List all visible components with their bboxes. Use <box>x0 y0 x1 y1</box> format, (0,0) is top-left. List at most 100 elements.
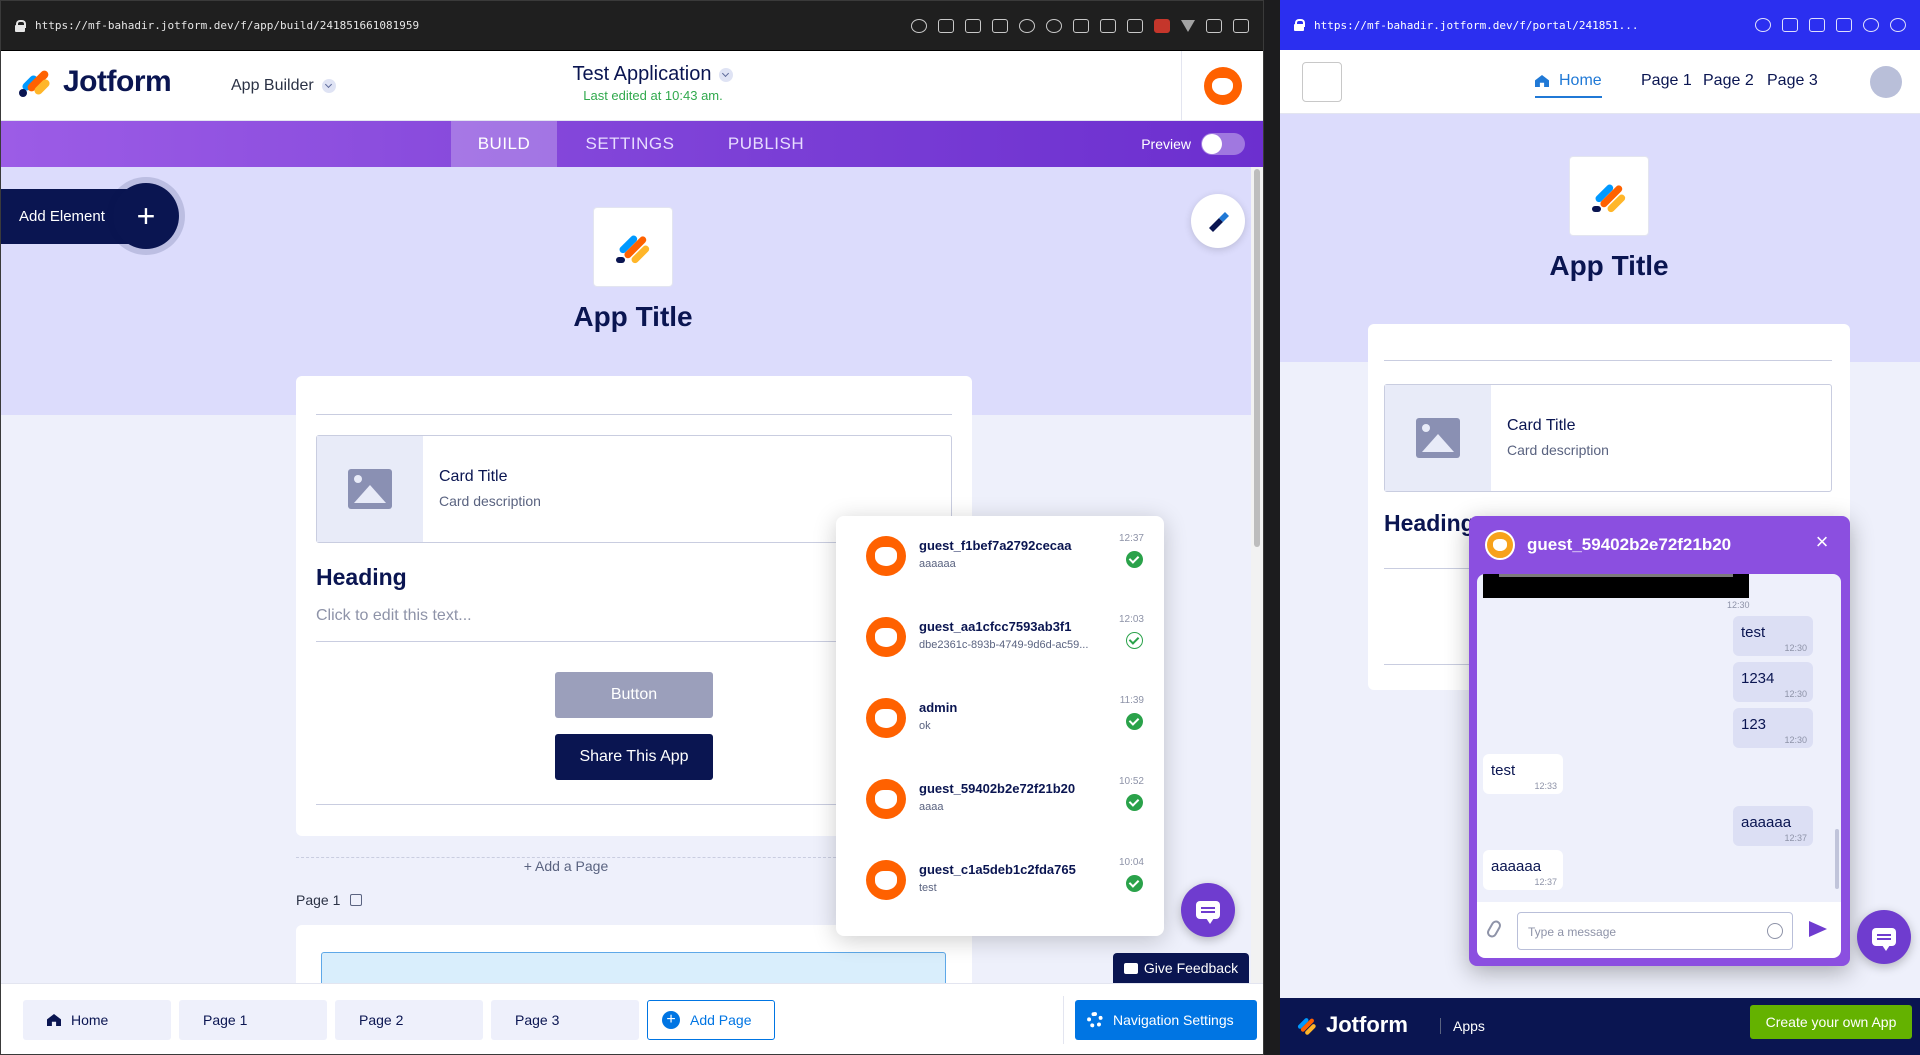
app-title[interactable]: App Title <box>573 301 693 333</box>
text-element[interactable]: Click to edit this text... <box>316 607 472 625</box>
message-time: 12:37 <box>1784 833 1807 843</box>
heading-element[interactable]: Heading <box>316 564 407 591</box>
card-element[interactable]: Card Title Card description <box>1384 384 1832 492</box>
app-designer-button[interactable] <box>1191 194 1245 248</box>
address-bar[interactable]: https://mf-bahadir.jotform.dev/f/app/bui… <box>35 19 901 32</box>
podo-avatar-icon <box>866 779 906 819</box>
podo-avatar-icon <box>866 860 906 900</box>
image-icon <box>348 469 392 509</box>
send-icon[interactable] <box>1809 921 1827 937</box>
globe-icon[interactable] <box>1863 18 1879 32</box>
create-app-button[interactable]: Create your own App <box>1750 1005 1912 1039</box>
divider <box>1063 996 1064 1044</box>
sidebar-icon[interactable] <box>1233 18 1249 33</box>
address-bar[interactable]: https://mf-bahadir.jotform.dev/f/portal/… <box>1314 19 1745 32</box>
portal-nav-page-3[interactable]: Page 3 <box>1767 72 1818 90</box>
terminal-icon[interactable] <box>992 18 1008 33</box>
chat-launcher-button[interactable] <box>1857 910 1911 964</box>
tab-settings[interactable]: SETTINGS <box>571 121 689 167</box>
eyedropper-icon[interactable] <box>1100 18 1116 33</box>
link-icon[interactable] <box>1755 18 1771 32</box>
add-page-button[interactable]: + Add Page <box>647 1000 775 1040</box>
app-logo[interactable] <box>593 207 673 287</box>
vue-icon[interactable] <box>1181 19 1195 32</box>
nav-page-label: Page 3 <box>515 1012 560 1028</box>
extension-red-icon[interactable] <box>1154 18 1170 33</box>
add-page-link[interactable]: + Add a Page <box>513 858 619 874</box>
add-page-divider: + Add a Page <box>296 857 836 874</box>
chat-list-popup: guest_f1bef7a2792cecaa aaaaaa 12:37 gues… <box>836 516 1164 936</box>
portal-nav-home[interactable]: Home <box>1535 72 1602 98</box>
download-icon[interactable] <box>1782 18 1798 32</box>
nav-page-2[interactable]: Page 2 <box>335 1000 483 1040</box>
button-element[interactable]: Button <box>555 672 713 718</box>
podo-avatar-icon <box>866 698 906 738</box>
add-element-button[interactable]: Add Element + <box>1 183 179 249</box>
navigation-settings-button[interactable]: Navigation Settings <box>1075 1000 1257 1040</box>
paperclip-icon[interactable] <box>1485 918 1503 940</box>
add-element-label: Add Element <box>19 208 105 225</box>
nav-page-home[interactable]: Home <box>23 1000 171 1040</box>
user-avatar-icon[interactable] <box>1870 66 1902 98</box>
canvas-scrollbar[interactable] <box>1251 167 1263 983</box>
function-icon[interactable] <box>1206 18 1222 33</box>
chat-list-item[interactable]: admin ok 11:39 <box>836 678 1164 758</box>
code-icon[interactable] <box>1073 18 1089 33</box>
app-builder-dropdown[interactable]: App Builder <box>231 77 336 95</box>
heading-element: Heading <box>1384 510 1475 536</box>
globe-icon[interactable] <box>1019 18 1035 33</box>
jotform-logo[interactable]: Jotform <box>17 65 172 99</box>
footer-logo[interactable]: Jotform <box>1294 1012 1408 1038</box>
download-icon[interactable] <box>938 18 954 33</box>
nav-page-3[interactable]: Page 3 <box>491 1000 639 1040</box>
messages-scrollbar[interactable] <box>1835 829 1839 889</box>
plus-circle-icon: + <box>662 1011 680 1029</box>
crosshair-icon[interactable] <box>1046 18 1062 33</box>
app-name-dropdown[interactable]: Test Application <box>573 63 734 86</box>
message-input[interactable]: Type a message <box>1517 912 1793 950</box>
broken-logo-image <box>1302 62 1342 102</box>
browser-extension-icons <box>1755 18 1906 32</box>
chat-list-item[interactable]: guest_c1a5deb1c2fda765 test 10:04 <box>836 840 1164 920</box>
terminal-icon[interactable] <box>1836 18 1852 32</box>
tab-publish[interactable]: PUBLISH <box>701 121 831 167</box>
chat-list-item[interactable]: guest_59402b2e72f21b20 aaaa 10:52 <box>836 759 1164 839</box>
chat-last-message: test <box>919 882 937 894</box>
read-check-icon <box>1126 794 1143 811</box>
portal-nav-page-1[interactable]: Page 1 <box>1641 72 1692 90</box>
nav-page-label: Page 1 <box>203 1012 248 1028</box>
chat-bubble-icon <box>1872 928 1896 951</box>
outgoing-message: test 12:30 <box>1733 616 1813 656</box>
crosshair-icon[interactable] <box>1890 18 1906 32</box>
portal-nav-page-2[interactable]: Page 2 <box>1703 72 1754 90</box>
notes-icon[interactable] <box>1127 18 1143 33</box>
feedback-icon <box>1123 962 1138 974</box>
chat-launcher-button[interactable] <box>1181 883 1235 937</box>
close-icon[interactable]: × <box>1814 531 1830 553</box>
outgoing-message: 123 12:30 <box>1733 708 1813 748</box>
emoji-icon[interactable] <box>1767 923 1783 939</box>
nav-page-1[interactable]: Page 1 <box>179 1000 327 1040</box>
chat-list-item[interactable]: guest_aa1cfcc7593ab3f1 dbe2361c-893b-474… <box>836 597 1164 677</box>
camera-icon[interactable] <box>965 18 981 33</box>
drop-zone[interactable] <box>321 952 946 983</box>
read-check-icon <box>1126 551 1143 568</box>
preview-toggle[interactable] <box>1201 133 1245 155</box>
podo-avatar-icon <box>866 536 906 576</box>
footer-apps-label: Apps <box>1440 1018 1485 1034</box>
link-icon[interactable] <box>911 18 927 33</box>
tab-build[interactable]: BUILD <box>451 121 557 167</box>
camera-icon[interactable] <box>1809 18 1825 32</box>
message-time: 12:30 <box>1784 643 1807 653</box>
share-app-button[interactable]: Share This App <box>555 734 713 780</box>
user-avatar-button[interactable] <box>1181 51 1263 121</box>
jotform-logo-icon <box>1297 1018 1316 1035</box>
give-feedback-button[interactable]: Give Feedback <box>1113 953 1249 983</box>
chat-last-message: dbe2361c-893b-4749-9d6d-ac59... <box>919 639 1089 651</box>
image-attachment[interactable] <box>1483 574 1749 598</box>
card-title: Card Title <box>1507 417 1576 434</box>
read-check-icon <box>1126 875 1143 892</box>
chat-list-item[interactable]: guest_f1bef7a2792cecaa aaaaaa 12:37 <box>836 516 1164 596</box>
edit-page-icon[interactable] <box>350 894 363 906</box>
image-time: 12:30 <box>1727 600 1750 610</box>
